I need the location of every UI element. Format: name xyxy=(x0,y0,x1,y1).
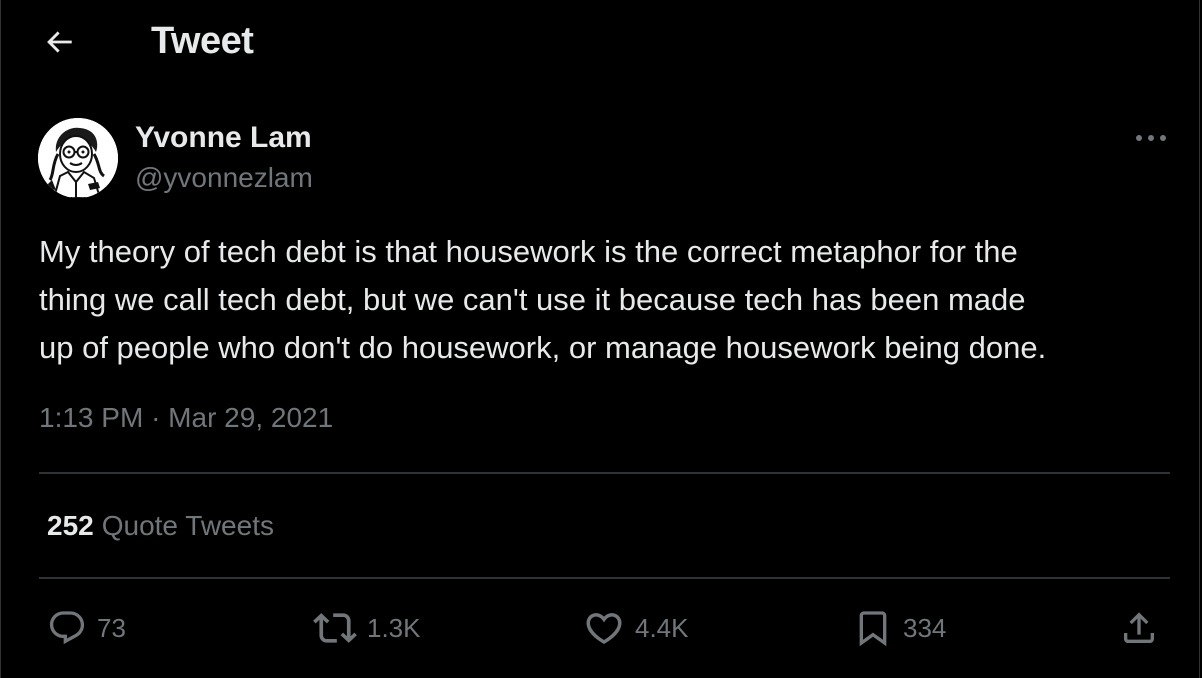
more-horizontal-icon xyxy=(1136,135,1166,141)
more-options-button[interactable] xyxy=(1131,124,1171,152)
divider xyxy=(39,577,1170,579)
reply-icon xyxy=(49,611,85,645)
reply-button[interactable]: 73 xyxy=(47,606,126,650)
share-button[interactable] xyxy=(1119,606,1159,650)
retweet-icon xyxy=(313,613,357,643)
author-handle[interactable]: @yvonnezlam xyxy=(135,162,313,194)
page-title: Tweet xyxy=(151,20,254,62)
share-icon xyxy=(1124,612,1154,643)
tweet-text: My theory of tech debt is that housework… xyxy=(39,234,1047,365)
author-name[interactable]: Yvonne Lam xyxy=(135,121,312,155)
page-header: Tweet xyxy=(1,0,1199,84)
avatar[interactable] xyxy=(38,118,118,198)
bookmark-icon xyxy=(859,611,887,647)
bookmark-count: 334 xyxy=(903,612,947,643)
tweet-time: 1:13 PM xyxy=(39,402,144,433)
retweet-button[interactable]: 1.3K xyxy=(313,606,421,650)
like-button[interactable]: 4.4K xyxy=(583,606,689,650)
tweet-timestamp[interactable]: 1:13 PM · Mar 29, 2021 xyxy=(39,402,333,434)
meta-separator: · xyxy=(151,402,161,433)
retweet-count: 1.3K xyxy=(367,612,421,643)
quote-tweets-stat[interactable]: 252 Quote Tweets xyxy=(47,510,274,542)
arrow-left-icon xyxy=(47,31,72,53)
heart-icon xyxy=(586,613,622,645)
quote-count: 252 xyxy=(47,510,94,541)
like-count: 4.4K xyxy=(635,612,689,643)
tweet-frame: Tweet Yvonne Lam @yvonnezlam My theory o… xyxy=(0,0,1200,678)
tweet-date: Mar 29, 2021 xyxy=(168,402,334,433)
bookmark-button[interactable]: 334 xyxy=(853,606,946,650)
back-button[interactable] xyxy=(39,22,79,62)
reply-count: 73 xyxy=(97,612,126,643)
divider xyxy=(39,472,1170,474)
quote-label: Quote Tweets xyxy=(101,510,274,541)
avatar-illustration xyxy=(38,118,118,198)
